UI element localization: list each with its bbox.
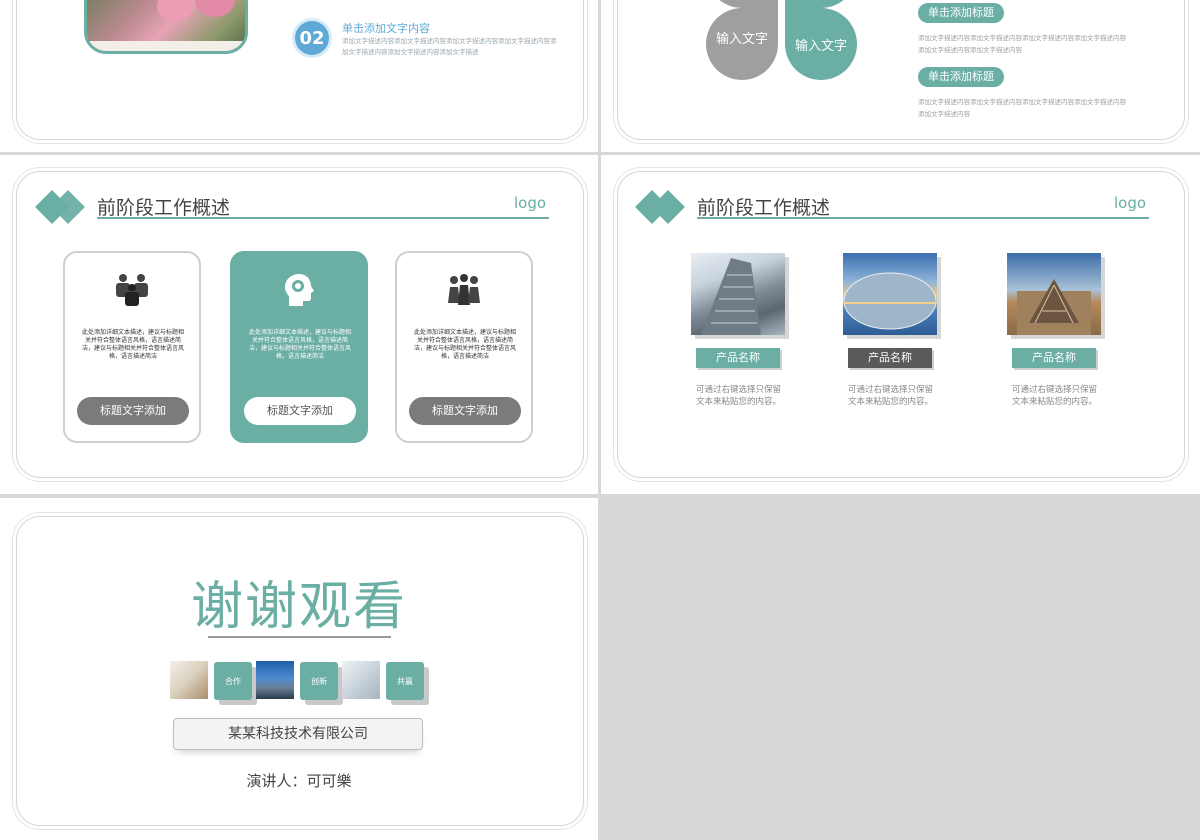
slide-thumbnail-5[interactable]: 谢谢观看 合作 创新 共赢 某某科技技术有限公司 演讲人：可可樂 xyxy=(0,498,598,840)
petal-bottom-right: 输入文字 xyxy=(785,8,857,80)
step-description: 添加文字描述内容添加文字描述内容添加文字描述内容添加文字描述内容添加文字描述内容… xyxy=(342,37,557,56)
petal-label: 输入文字 xyxy=(715,31,768,47)
slide-title: 前阶段工作概述 xyxy=(697,197,831,219)
card-description: 此处添加详细文本描述，建议与标题相关并符合整体语言风格，语言描述简洁，建议与标题… xyxy=(248,329,351,360)
feature-card-3[interactable]: 此处添加详细文本描述，建议与标题相关并符合整体语言风格，语言描述简洁，建议与标题… xyxy=(395,251,533,443)
petal-bottom-left: 输入文字 xyxy=(706,8,778,80)
logo-text: logo xyxy=(1114,194,1147,212)
card-title-button[interactable]: 标题文字添加 xyxy=(409,397,521,425)
head-brain-icon xyxy=(280,271,318,309)
product-name: 产品名称 xyxy=(716,351,760,364)
tag-win-win: 共赢 xyxy=(386,662,424,700)
tag-label: 共赢 xyxy=(397,676,413,686)
title-underline xyxy=(697,217,1149,219)
title-pill-2: 单击添加标题 xyxy=(918,67,1004,87)
product-description-2: 可通过右键选择只保留文本来粘贴您的内容。 xyxy=(848,385,934,407)
company-name-box: 某某科技技术有限公司 xyxy=(173,718,423,750)
product-photo-dome xyxy=(843,253,937,335)
slide-title: 前阶段工作概述 xyxy=(97,197,231,219)
tag-label: 创新 xyxy=(311,676,327,686)
people-group-icon xyxy=(445,271,483,309)
card-title-button[interactable]: 标题文字添加 xyxy=(77,397,189,425)
step-number-badge: 02 xyxy=(292,18,332,58)
teamwork-photo xyxy=(170,661,208,699)
card-title-button[interactable]: 标题文字添加 xyxy=(244,397,356,425)
slide-thumbnail-2[interactable] xyxy=(601,0,1200,152)
presenter-name: 演讲人：可可樂 xyxy=(246,772,352,790)
product-name-button-3[interactable]: 产品名称 xyxy=(1012,348,1096,368)
step-title: 单击添加文字内容 xyxy=(342,22,430,35)
product-description-3: 可通过右键选择只保留文本来粘贴您的内容。 xyxy=(1012,385,1098,407)
card-description: 此处添加详细文本描述，建议与标题相关并符合整体语言风格，语言描述简洁，建议与标题… xyxy=(413,329,516,360)
product-photo-skyscraper xyxy=(691,253,785,335)
slide-thumbnail-4[interactable]: 前阶段工作概述 logo 产品名称 可通过右键选择只保留文本来粘贴您的内容。 产… xyxy=(601,155,1200,494)
product-name-button-1[interactable]: 产品名称 xyxy=(696,348,780,368)
product-name: 产品名称 xyxy=(868,351,912,364)
flower-photo xyxy=(84,0,248,54)
product-description-1: 可通过右键选择只保留文本来粘贴您的内容。 xyxy=(696,385,782,407)
pill-description-1: 添加文字描述内容添加文字描述内容添加文字描述内容添加文字描述内容添加文字描述内容… xyxy=(918,34,1126,54)
slide-thumbnail-1[interactable]: 02 单击添加文字内容 添加文字描述内容添加文字描述内容添加文字描述内容添加文字… xyxy=(0,0,598,152)
title-underline xyxy=(208,636,391,638)
innovation-photo xyxy=(256,661,294,699)
pill-description-2: 添加文字描述内容添加文字描述内容添加文字描述内容添加文字描述内容添加文字描述内容 xyxy=(918,98,1126,118)
title-pill-1: 单击添加标题 xyxy=(918,3,1004,23)
product-name-button-2[interactable]: 产品名称 xyxy=(848,348,932,368)
handshake-photo xyxy=(342,661,380,699)
tag-cooperation: 合作 xyxy=(214,662,252,700)
tag-innovation: 创新 xyxy=(300,662,338,700)
feature-card-1[interactable]: 此处添加详细文本描述，建议与标题相关并符合整体语言风格，语言描述简洁，建议与标题… xyxy=(63,251,201,443)
card-description: 此处添加详细文本描述，建议与标题相关并符合整体语言风格，语言描述简洁，建议与标题… xyxy=(81,329,184,360)
product-name: 产品名称 xyxy=(1032,351,1076,364)
logo-text: logo xyxy=(514,194,547,212)
thank-you-title: 谢谢观看 xyxy=(190,577,407,637)
petal-label: 输入文字 xyxy=(794,38,847,54)
tag-label: 合作 xyxy=(225,676,241,686)
team-icon xyxy=(113,271,151,309)
title-underline xyxy=(97,217,549,219)
product-photo-building xyxy=(1007,253,1101,335)
slide-thumbnail-3[interactable]: 前阶段工作概述 logo 此处添加详细文本描述，建议与标题相关并符合整体语言风格… xyxy=(0,155,598,494)
feature-card-2[interactable]: 此处添加详细文本描述，建议与标题相关并符合整体语言风格，语言描述简洁，建议与标题… xyxy=(230,251,368,443)
